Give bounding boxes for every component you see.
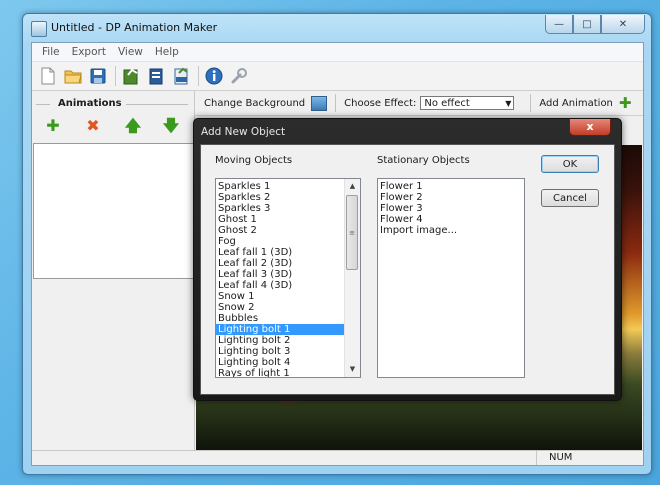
list-item[interactable]: Lighting bolt 1 bbox=[216, 324, 344, 335]
group-divider bbox=[120, 104, 188, 105]
toolbar-separator bbox=[198, 66, 199, 86]
scroll-thumb[interactable]: ≡ bbox=[346, 195, 358, 270]
list-item[interactable]: Lighting bolt 2 bbox=[216, 335, 344, 346]
list-item[interactable]: Sparkles 1 bbox=[216, 181, 344, 192]
settings-wrench-icon[interactable] bbox=[229, 66, 249, 86]
menu-export[interactable]: Export bbox=[66, 46, 112, 58]
image-icon[interactable] bbox=[311, 95, 328, 111]
maximize-button[interactable]: □ bbox=[573, 15, 601, 34]
effect-select-value: No effect bbox=[424, 98, 470, 109]
choose-effect-label: Choose Effect: bbox=[344, 97, 417, 109]
close-icon: ✕ bbox=[618, 18, 628, 30]
menu-file[interactable]: File bbox=[36, 46, 66, 58]
export-video-icon[interactable] bbox=[146, 66, 166, 86]
add-object-dialog: Add New Object x Moving Objects Stationa… bbox=[193, 118, 622, 401]
minimize-button[interactable]: — bbox=[545, 15, 573, 34]
animation-buttons: ✚ ✖ 🡅 🡇 bbox=[40, 117, 190, 135]
add-animation-link[interactable]: Add Animation bbox=[539, 98, 613, 109]
ok-button[interactable]: OK bbox=[541, 155, 599, 173]
list-item[interactable]: Rays of light 1 bbox=[216, 368, 344, 377]
list-item[interactable]: Flower 4 bbox=[378, 214, 524, 225]
cancel-button[interactable]: Cancel bbox=[541, 189, 599, 207]
animations-list[interactable] bbox=[33, 143, 194, 279]
moving-objects-label: Moving Objects bbox=[215, 155, 293, 166]
save-icon[interactable] bbox=[88, 66, 108, 86]
move-down-icon[interactable]: 🡇 bbox=[162, 117, 180, 135]
list-item[interactable]: Leaf fall 4 (3D) bbox=[216, 280, 344, 291]
add-icon[interactable]: ✚ bbox=[44, 117, 62, 135]
maximize-icon: □ bbox=[582, 18, 592, 30]
toolbar-separator bbox=[115, 66, 116, 86]
list-item[interactable]: Ghost 1 bbox=[216, 214, 344, 225]
list-item[interactable]: Ghost 2 bbox=[216, 225, 344, 236]
effect-select[interactable]: No effect ▼ bbox=[420, 96, 515, 110]
title-bar[interactable]: Untitled - DP Animation Maker — □ ✕ bbox=[23, 14, 651, 42]
window-title: Untitled - DP Animation Maker bbox=[51, 21, 218, 34]
list-item[interactable]: Sparkles 3 bbox=[216, 203, 344, 214]
menu-bar: File Export View Help bbox=[32, 43, 643, 62]
moving-objects-list[interactable]: Sparkles 1 Sparkles 2 Sparkles 3 Ghost 1 Gho… bbox=[215, 178, 361, 378]
dialog-body: Moving Objects Stationary Objects Sparkl… bbox=[200, 144, 615, 395]
menu-view[interactable]: View bbox=[112, 46, 149, 58]
list-item[interactable]: Leaf fall 1 (3D) bbox=[216, 247, 344, 258]
scroll-down-icon[interactable]: ▼ bbox=[345, 362, 360, 377]
change-background-link[interactable]: Change Background bbox=[204, 98, 305, 109]
dialog-close-button[interactable]: x bbox=[569, 119, 611, 136]
group-divider bbox=[36, 104, 50, 105]
stationary-objects-list[interactable]: Flower 1 Flower 2 Flower 3 Flower 4 Import i… bbox=[377, 178, 525, 378]
new-file-icon[interactable] bbox=[38, 66, 58, 86]
info-icon[interactable] bbox=[204, 66, 224, 86]
list-item[interactable]: Fog bbox=[216, 236, 344, 247]
delete-icon[interactable]: ✖ bbox=[84, 117, 102, 135]
dialog-title: Add New Object bbox=[201, 126, 286, 138]
list-item[interactable]: Lighting bolt 4 bbox=[216, 357, 344, 368]
list-item[interactable]: Leaf fall 2 (3D) bbox=[216, 258, 344, 269]
add-icon[interactable]: ✚ bbox=[619, 94, 632, 112]
list-item[interactable]: Flower 1 bbox=[378, 181, 524, 192]
close-button[interactable]: ✕ bbox=[601, 15, 645, 34]
toolbar bbox=[32, 62, 643, 91]
close-icon: x bbox=[586, 120, 594, 133]
num-lock-indicator: NUM bbox=[536, 451, 609, 465]
vertical-scrollbar[interactable]: ▲ ≡ ▼ bbox=[344, 179, 360, 377]
strip-separator bbox=[335, 94, 337, 112]
list-item[interactable]: Leaf fall 3 (3D) bbox=[216, 269, 344, 280]
list-item[interactable]: Snow 1 bbox=[216, 291, 344, 302]
list-item[interactable]: Lighting bolt 3 bbox=[216, 346, 344, 357]
animations-group: Animations bbox=[36, 98, 188, 110]
list-item[interactable]: Snow 2 bbox=[216, 302, 344, 313]
menu-help[interactable]: Help bbox=[149, 46, 185, 58]
stationary-objects-label: Stationary Objects bbox=[377, 155, 470, 166]
list-item[interactable]: Flower 3 bbox=[378, 203, 524, 214]
list-item[interactable]: Flower 2 bbox=[378, 192, 524, 203]
animations-title: Animations bbox=[54, 98, 126, 109]
app-icon bbox=[31, 21, 47, 37]
status-bar: NUM bbox=[32, 450, 643, 465]
list-item[interactable]: Sparkles 2 bbox=[216, 192, 344, 203]
animations-panel: Animations ✚ ✖ 🡅 🡇 bbox=[32, 91, 195, 451]
list-item[interactable]: Bubbles bbox=[216, 313, 344, 324]
export-gif-icon[interactable] bbox=[121, 66, 141, 86]
export-exe-icon[interactable] bbox=[171, 66, 191, 86]
scroll-up-icon[interactable]: ▲ bbox=[345, 179, 360, 194]
move-up-icon[interactable]: 🡅 bbox=[124, 117, 142, 135]
chevron-down-icon: ▼ bbox=[505, 99, 512, 108]
list-item[interactable]: Import image... bbox=[378, 225, 524, 236]
effects-strip: Change Background Choose Effect: No effe… bbox=[194, 91, 643, 116]
minimize-icon: — bbox=[554, 18, 564, 30]
strip-separator bbox=[530, 94, 532, 112]
open-folder-icon[interactable] bbox=[63, 66, 83, 86]
